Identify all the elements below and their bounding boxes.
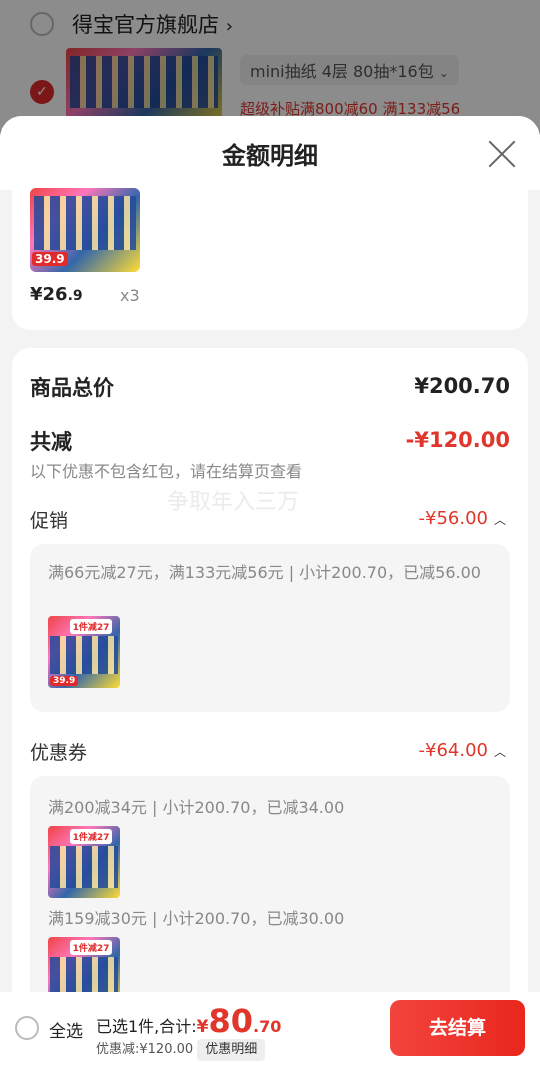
price-dec: .9: [67, 288, 83, 304]
select-all-label[interactable]: 全选: [49, 1017, 83, 1042]
checkout-bar: 全选 已选1件,合计:¥80.70 优惠减:¥120.00 优惠明细 去结算: [0, 992, 540, 1066]
item-price: ¥26.9: [30, 284, 83, 305]
item-quantity: x3: [120, 286, 140, 305]
amount-detail-sheet: 金额明细 39.9 ¥26.9 x3 商品总价 ¥200.70 共减 -¥120…: [0, 116, 540, 1066]
discount-detail-button[interactable]: 优惠明细: [197, 1039, 266, 1061]
coupon-label: 优惠券: [30, 742, 88, 764]
coupon-product-image[interactable]: 1件减27: [48, 826, 120, 898]
total-line: 已选1件,合计:¥80.70: [96, 1002, 281, 1040]
discount-text: 优惠减:¥120.00: [96, 1042, 194, 1057]
promotion-detail-box: 满66元减27元，满133元减56元 | 小计200.70，已减56.00 1件…: [30, 544, 510, 712]
promotion-toggle[interactable]: -¥56.00 ︿: [419, 508, 507, 529]
total-dec: .70: [253, 1017, 282, 1036]
total-label: 商品总价: [30, 376, 114, 400]
thumb-price-tag: 39.9: [32, 252, 68, 266]
selected-count-text: 已选1件,合计:: [96, 1017, 197, 1036]
caret-up-icon: ︿: [493, 513, 506, 527]
promotion-thumb-price: 39.9: [50, 676, 79, 686]
checkout-button[interactable]: 去结算: [390, 1000, 525, 1056]
select-all-checkbox[interactable]: [15, 1016, 39, 1040]
total-int: 80: [208, 1002, 254, 1040]
promotion-thumb-badge: 1件减27: [69, 619, 113, 634]
coupon-thumb-badge: 1件减27: [69, 829, 113, 844]
reduce-label: 共减: [30, 430, 72, 454]
coupon-toggle[interactable]: -¥64.00 ︿: [419, 740, 507, 761]
promotion-rule: 满66元减27元，满133元减56元 | 小计200.70，已减56.00: [48, 563, 481, 582]
coupon-rule: 满159减30元 | 小计200.70，已减30.00: [48, 909, 345, 928]
currency-symbol: ¥: [30, 284, 43, 305]
watermark: 争取年入三万: [167, 490, 300, 515]
currency-symbol: ¥: [196, 1017, 209, 1037]
coupon-thumb-badge: 1件减27: [69, 940, 113, 955]
sheet-title: 金额明细: [222, 142, 318, 170]
item-thumbnail[interactable]: 39.9: [30, 188, 140, 272]
promotion-value: -¥56.00: [418, 508, 488, 529]
close-icon[interactable]: [486, 138, 518, 170]
promotion-label: 促销: [30, 510, 69, 532]
total-value: ¥200.70: [414, 374, 510, 398]
item-card: 39.9 ¥26.9 x3: [12, 178, 528, 330]
reduce-value: -¥120.00: [405, 428, 510, 452]
caret-up-icon: ︿: [493, 745, 506, 759]
summary-card: 商品总价 ¥200.70 共减 -¥120.00 以下优惠不包含红包，请在结算页…: [12, 348, 528, 1066]
promotion-product-image[interactable]: 1件减27 39.9: [48, 616, 120, 688]
reduce-note: 以下优惠不包含红包，请在结算页查看: [30, 462, 303, 481]
coupon-rule: 满200减34元 | 小计200.70，已减34.00: [48, 798, 345, 817]
price-int: 26: [42, 284, 68, 305]
discount-line: 优惠减:¥120.00 优惠明细: [96, 1038, 266, 1061]
coupon-value: -¥64.00: [418, 740, 488, 761]
